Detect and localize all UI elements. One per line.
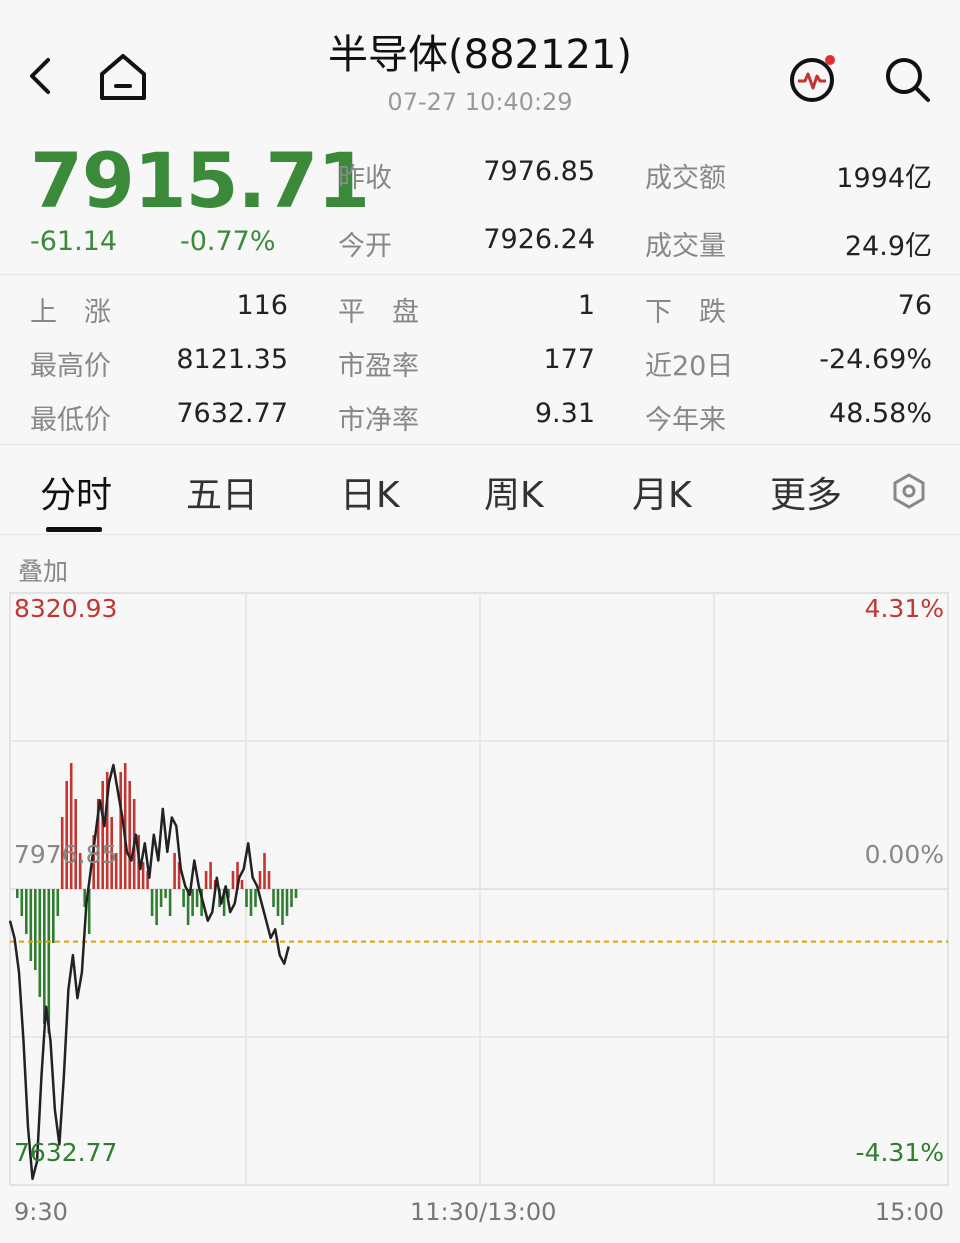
breadth-bar <box>290 889 293 907</box>
divider <box>0 274 960 275</box>
stat-label: 上 涨 <box>30 297 111 328</box>
breadth-bar <box>231 871 235 889</box>
breadth-bar <box>29 889 33 961</box>
stat-label: 最高价 <box>30 351 111 382</box>
breadth-bar <box>267 871 271 889</box>
active-tab-indicator <box>46 527 102 532</box>
breadth-bar <box>20 889 24 916</box>
breadth-bar <box>249 889 253 916</box>
stat-label: 平 盘 <box>338 297 419 328</box>
stat-value: 177 <box>543 344 595 375</box>
divider <box>0 534 960 535</box>
overlay-button[interactable]: 叠加 <box>18 552 68 588</box>
stat-value: 1 <box>577 290 595 321</box>
alert-pulse-icon[interactable] <box>788 52 840 104</box>
breadth-bar <box>25 889 28 934</box>
search-icon[interactable] <box>882 54 932 104</box>
stat-label: 最低价 <box>30 405 111 436</box>
chart-high-price: 8320.93 <box>14 594 118 623</box>
breadth-bar <box>141 862 145 889</box>
breadth-bar <box>155 889 158 925</box>
breadth-bar <box>34 889 37 970</box>
price-change-pct: -0.77% <box>180 226 276 257</box>
tab-daily-k[interactable]: 日K <box>340 466 400 518</box>
stat-value: 9.31 <box>534 398 595 429</box>
settings-hexagon-icon[interactable] <box>890 472 928 510</box>
chart-base-pct: 0.00% <box>864 840 944 869</box>
breadth-bar <box>69 763 73 889</box>
tab-weekly-k[interactable]: 周K <box>484 466 544 518</box>
breadth-bar <box>240 880 244 889</box>
breadth-bar <box>276 889 280 916</box>
breadth-bar <box>47 889 51 1033</box>
breadth-bar <box>191 889 194 916</box>
breadth-bar <box>38 889 42 997</box>
divider <box>0 444 960 445</box>
breadth-bar <box>119 772 122 889</box>
stat-value: 76 <box>897 290 932 321</box>
tab-intraday[interactable]: 分时 <box>40 466 112 518</box>
breadth-bar <box>150 889 154 916</box>
chart-low-pct: -4.31% <box>855 1138 944 1167</box>
tab-five-day[interactable]: 五日 <box>186 466 258 518</box>
stat-label: 近20日 <box>645 351 734 382</box>
stat-label-open: 今开 <box>338 231 392 262</box>
stat-label-turnover: 成交额 <box>645 163 726 194</box>
breadth-bar <box>182 889 185 907</box>
stat-value-volume: 24.9亿 <box>844 231 932 262</box>
stat-value-open: 7926.24 <box>483 224 595 255</box>
breadth-bar <box>245 889 248 907</box>
breadth-bar <box>101 781 104 889</box>
breadth-bar <box>128 781 131 889</box>
breadth-bar <box>164 889 167 898</box>
breadth-bar <box>65 781 68 889</box>
chart-high-pct: 4.31% <box>864 594 944 623</box>
stat-label: 市净率 <box>338 405 419 436</box>
stat-value: -24.69% <box>819 344 932 375</box>
intraday-chart <box>8 592 949 1186</box>
stat-label: 今年来 <box>645 405 726 436</box>
breadth-bar <box>263 853 266 889</box>
stat-value-prev-close: 7976.85 <box>483 156 595 187</box>
time-axis-start: 9:30 <box>14 1198 68 1226</box>
breadth-bar <box>294 889 298 898</box>
stat-value: 48.58% <box>829 398 932 429</box>
stat-label: 下 跌 <box>645 297 726 328</box>
stat-label: 市盈率 <box>338 351 419 382</box>
stat-value: 7632.77 <box>176 398 288 429</box>
price-change: -61.14 <box>30 226 118 257</box>
breadth-bar <box>43 889 46 1024</box>
stat-value-turnover: 1994亿 <box>836 163 932 194</box>
stat-label-prev-close: 昨收 <box>338 163 392 194</box>
breadth-bar <box>168 889 172 916</box>
stat-value: 116 <box>236 290 288 321</box>
breadth-bar <box>52 889 55 943</box>
breadth-bar <box>204 871 208 889</box>
breadth-bar <box>254 889 257 907</box>
time-axis-mid: 11:30/13:00 <box>410 1198 557 1226</box>
time-axis-end: 15:00 <box>874 1198 944 1226</box>
breadth-bar <box>159 889 163 907</box>
stat-value: 8121.35 <box>176 344 288 375</box>
chart-base-price: 7976.85 <box>14 840 118 869</box>
breadth-bar <box>209 862 212 889</box>
chart-low-price: 7632.77 <box>14 1138 118 1167</box>
breadth-bar <box>285 889 289 916</box>
breadth-bar <box>173 853 176 889</box>
tab-more[interactable]: 更多 <box>770 466 842 518</box>
breadth-bar <box>195 889 199 907</box>
breadth-bar <box>56 889 60 916</box>
tab-monthly-k[interactable]: 月K <box>632 466 692 518</box>
breadth-bar <box>272 889 275 907</box>
breadth-bar <box>281 889 284 925</box>
breadth-bar <box>16 889 19 898</box>
current-price: 7915.71 <box>30 136 370 225</box>
breadth-bar <box>258 871 262 889</box>
stat-label-volume: 成交量 <box>645 231 726 262</box>
